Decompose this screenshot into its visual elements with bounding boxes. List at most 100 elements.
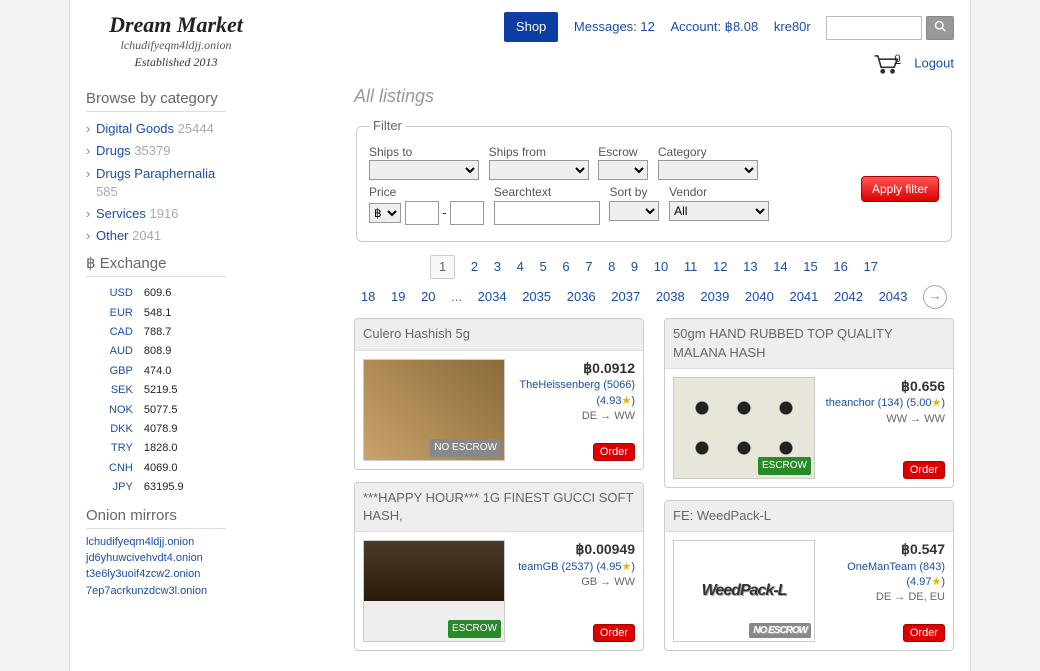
page-link[interactable]: 13 [743,258,757,276]
page-link[interactable]: 16 [833,258,847,276]
browse-heading: Browse by category [86,88,226,109]
escrow-badge: NO ESCROW [430,439,501,457]
page-link[interactable]: 2 [471,258,478,276]
mirrors-list: lchudifyeqm4ldjj.onion jd6yhuwcivehvdt4.… [86,535,226,600]
page-link[interactable]: 2037 [611,288,640,306]
cat-item[interactable]: Services 1916 [86,203,226,225]
order-button[interactable]: Order [593,624,635,642]
page-link[interactable]: 2039 [700,288,729,306]
ships-from-select[interactable] [489,160,589,180]
exchange-heading: ฿ Exchange [86,253,226,274]
listing-card: FE: WeedPack-L WeedPack-LNO ESCROW ฿0.54… [664,500,954,651]
page-ellipsis: ... [451,288,462,306]
logo-established: Established 2013 [86,55,266,70]
vendor-select[interactable]: All [669,201,769,221]
page-link[interactable]: 17 [863,258,877,276]
star-icon: ★ [621,395,631,407]
search-input[interactable] [826,16,922,40]
page-link[interactable]: 2043 [879,288,908,306]
category-select[interactable] [658,160,758,180]
listing-thumbnail[interactable]: NO ESCROW [363,359,505,461]
page-link[interactable]: 5 [539,258,546,276]
order-button[interactable]: Order [903,461,945,479]
next-page-arrow-icon[interactable]: → [923,285,947,309]
page-link[interactable]: 18 [361,288,375,306]
star-icon: ★ [931,397,941,409]
page-link[interactable]: 10 [654,258,668,276]
escrow-select[interactable] [598,160,648,180]
price-max-input[interactable] [450,201,484,225]
apply-filter-button[interactable]: Apply filter [861,176,939,202]
listing-thumbnail[interactable]: WeedPack-LNO ESCROW [673,540,815,642]
page-link[interactable]: 8 [608,258,615,276]
page-link[interactable]: 2038 [656,288,685,306]
filter-legend: Filter [369,117,406,135]
listing-thumbnail[interactable]: ESCROW [363,540,505,642]
order-button[interactable]: Order [593,443,635,461]
page-title: All listings [354,84,954,109]
escrow-badge: ESCROW [448,620,501,638]
page-link[interactable]: 20 [421,288,435,306]
mirrors-heading: Onion mirrors [86,505,226,526]
page-link[interactable]: 2040 [745,288,774,306]
page-link[interactable]: 2035 [522,288,551,306]
messages-link[interactable]: Messages: 12 [574,19,655,34]
star-icon: ★ [931,576,941,588]
listing-title[interactable]: 50gm HAND RUBBED TOP QUALITY MALANA HASH [665,319,953,368]
price-min-input[interactable] [405,201,439,225]
logo-onion: lchudifyeqm4ldjj.onion [86,38,266,53]
cat-item[interactable]: Other 2041 [86,225,226,247]
listing-title[interactable]: FE: WeedPack-L [665,501,953,532]
cat-item[interactable]: Drugs Paraphernalia 585 [86,163,226,203]
cart-button[interactable]: 0 [873,54,899,74]
listing-card: ***HAPPY HOUR*** 1G FINEST GUCCI SOFT HA… [354,482,644,651]
listing-title[interactable]: ***HAPPY HOUR*** 1G FINEST GUCCI SOFT HA… [355,483,643,532]
order-button[interactable]: Order [903,624,945,642]
cat-item[interactable]: Drugs 35379 [86,140,226,162]
listing-thumbnail[interactable]: ESCROW [673,377,815,479]
sortby-select[interactable] [609,201,659,221]
search-icon [934,20,946,32]
page-link[interactable]: 12 [713,258,727,276]
page-link[interactable]: 19 [391,288,405,306]
mirror-link[interactable]: jd6yhuwcivehvdt4.onion [86,551,226,566]
page-link[interactable]: 4 [517,258,524,276]
page-link[interactable]: 2034 [478,288,507,306]
exchange-table: USD609.6 EUR548.1 CAD788.7 AUD808.9 GBP4… [86,283,226,498]
page-link[interactable]: 2041 [789,288,818,306]
page-link[interactable]: 3 [494,258,501,276]
listing-card: Culero Hashish 5g NO ESCROW ฿0.0912 TheH… [354,318,644,469]
ships-to-select[interactable] [369,160,479,180]
username-link[interactable]: kre80r [774,19,811,34]
escrow-badge: NO ESCROW [749,623,811,638]
pagination: 1 2 3 4 5 6 7 8 9 10 11 12 13 14 15 16 1… [354,252,954,312]
page-link[interactable]: 14 [773,258,787,276]
page-link[interactable]: 7 [585,258,592,276]
page-link[interactable]: 11 [684,258,698,276]
account-link[interactable]: Account: ฿8.08 [670,19,758,34]
category-list: Digital Goods 25444 Drugs 35379 Drugs Pa… [86,118,226,247]
page-link[interactable]: 2036 [567,288,596,306]
star-icon: ★ [621,561,631,573]
page-current: 1 [430,255,455,279]
logo: Dream Market lchudifyeqm4ldjj.onion Esta… [86,12,266,70]
mirror-link[interactable]: t3e6ly3uoif4zcw2.onion [86,567,226,582]
logout-link[interactable]: Logout [914,56,954,71]
filter-panel: Filter Ships to Ships from Escrow Catego… [356,117,952,242]
shop-tab[interactable]: Shop [504,12,558,42]
search-button[interactable] [926,16,954,40]
brand-name: Dream Market [86,12,266,38]
escrow-badge: ESCROW [758,457,811,475]
listing-card: 50gm HAND RUBBED TOP QUALITY MALANA HASH… [664,318,954,487]
page-link[interactable]: 9 [631,258,638,276]
searchtext-input[interactable] [494,201,600,225]
price-currency-select[interactable]: ฿ [369,203,401,223]
page-link[interactable]: 2042 [834,288,863,306]
mirror-link[interactable]: 7ep7acrkunzdcw3l.onion [86,584,226,599]
cart-count: 0 [894,52,900,67]
page-link[interactable]: 15 [803,258,817,276]
listing-title[interactable]: Culero Hashish 5g [355,319,643,350]
mirror-link[interactable]: lchudifyeqm4ldjj.onion [86,535,226,550]
page-link[interactable]: 6 [562,258,569,276]
cat-item[interactable]: Digital Goods 25444 [86,118,226,140]
